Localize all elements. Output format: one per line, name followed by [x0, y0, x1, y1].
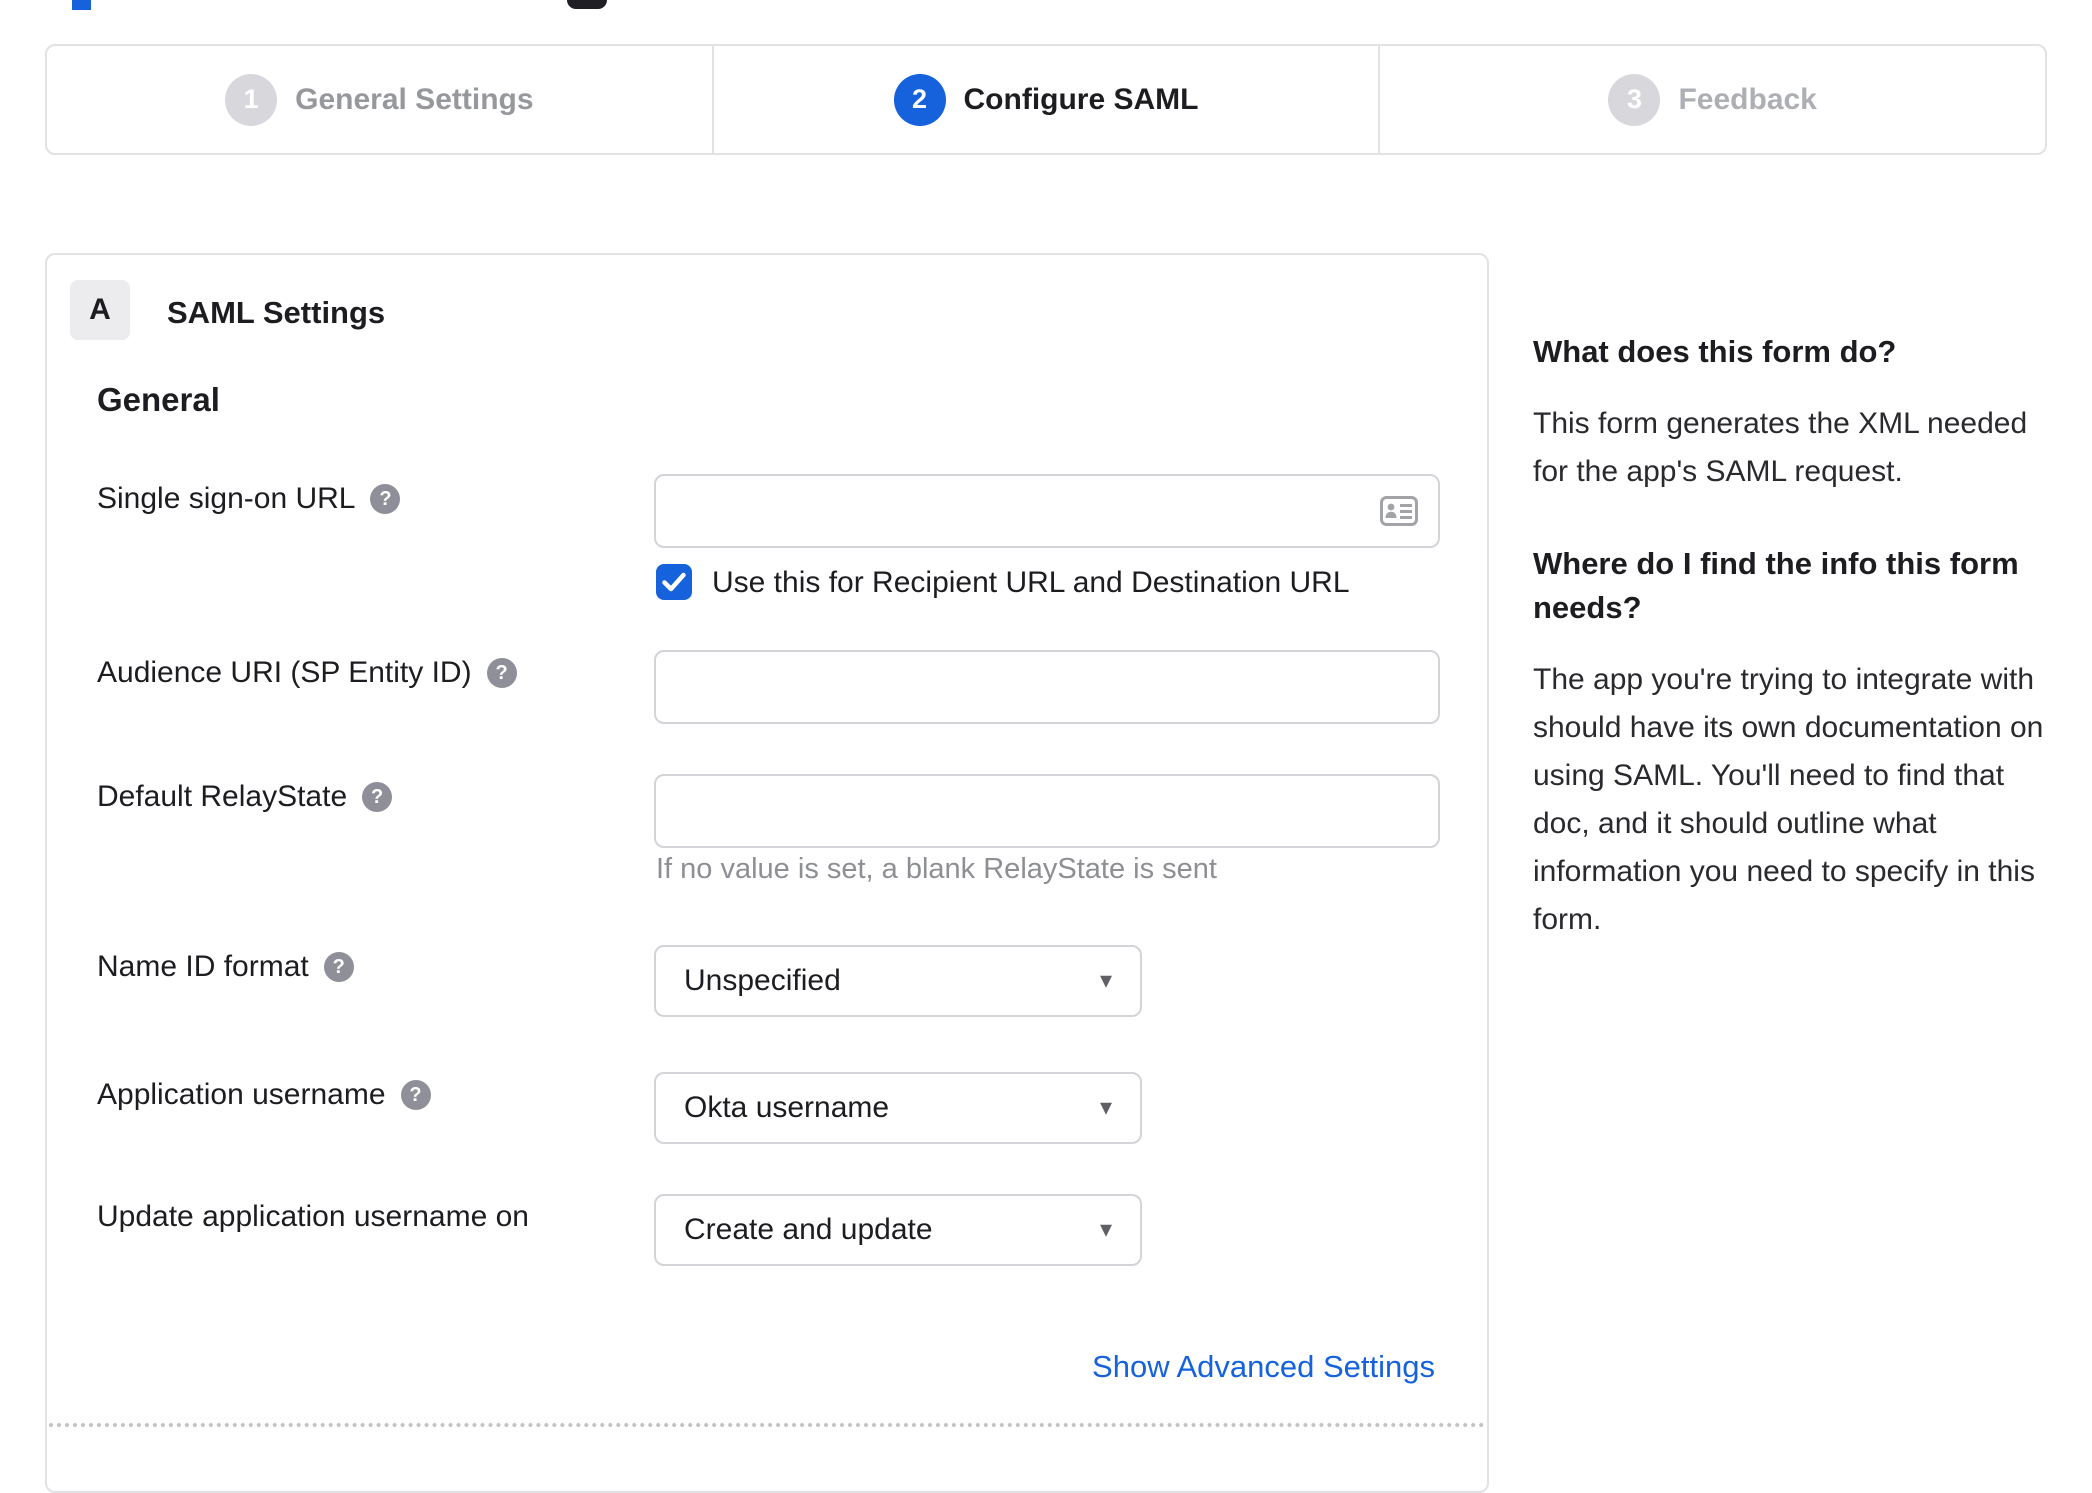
audience-uri-input[interactable] [654, 650, 1440, 724]
recipient-url-checkbox[interactable] [656, 564, 692, 600]
panel-title: SAML Settings [167, 295, 386, 330]
caret-down-icon: ▾ [1099, 1094, 1112, 1121]
cropped-logo-fragment [72, 0, 91, 10]
step-feedback[interactable]: 3 Feedback [1378, 46, 2045, 153]
step-number-badge: 3 [1608, 73, 1661, 126]
contact-card-icon [1380, 496, 1418, 526]
step-general-settings[interactable]: 1 General Settings [47, 46, 712, 153]
field-label-text: Application username [97, 1078, 386, 1111]
wizard-stepper: 1 General Settings 2 Configure SAML 3 Fe… [45, 44, 2047, 155]
step-label: Configure SAML [963, 82, 1199, 116]
audience-uri-label: Audience URI (SP Entity ID) ? [97, 655, 517, 691]
field-label-text: Audience URI (SP Entity ID) [97, 656, 472, 689]
application-username-select[interactable]: Okta username ▾ [654, 1072, 1142, 1144]
cropped-header-fragment [567, 0, 607, 9]
step-number-badge: 1 [225, 73, 278, 126]
help-icon[interactable]: ? [400, 1080, 431, 1110]
update-username-on-label: Update application username on [97, 1199, 529, 1235]
sidebar-question-1: What does this form do? [1533, 334, 1897, 369]
section-a-badge: A [70, 280, 130, 340]
step-label: Feedback [1678, 82, 1817, 116]
field-label-text: Name ID format [97, 950, 309, 983]
name-id-format-label: Name ID format ? [97, 949, 354, 985]
help-icon[interactable]: ? [486, 658, 517, 688]
select-value: Okta username [684, 1091, 890, 1124]
select-value: Create and update [684, 1213, 933, 1246]
select-value: Unspecified [684, 964, 841, 997]
show-advanced-settings-link[interactable]: Show Advanced Settings [1092, 1349, 1435, 1385]
field-label-text: Single sign-on URL [97, 482, 356, 515]
name-id-format-select[interactable]: Unspecified ▾ [654, 945, 1142, 1017]
single-sign-on-url-label: Single sign-on URL ? [97, 481, 401, 517]
recipient-url-checkbox-label: Use this for Recipient URL and Destinati… [712, 566, 1350, 599]
single-sign-on-url-input[interactable] [654, 474, 1440, 548]
help-sidebar: What does this form do? This form genera… [1533, 330, 2055, 990]
default-relaystate-label: Default RelayState ? [97, 779, 393, 815]
caret-down-icon: ▾ [1099, 1216, 1112, 1243]
step-number-badge: 2 [893, 73, 946, 126]
single-sign-on-url-input-wrap [654, 474, 1440, 548]
relaystate-hint: If no value is set, a blank RelayState i… [656, 853, 1217, 885]
sidebar-question-2: Where do I find the info this form needs… [1533, 546, 2019, 625]
step-configure-saml[interactable]: 2 Configure SAML [711, 46, 1379, 153]
help-icon[interactable]: ? [370, 484, 401, 514]
step-label: General Settings [295, 82, 534, 116]
default-relaystate-input-wrap [654, 774, 1440, 848]
default-relaystate-input[interactable] [654, 774, 1440, 848]
help-icon[interactable]: ? [323, 952, 354, 982]
sidebar-answer-1: This form generates the XML needed for t… [1533, 407, 2028, 488]
field-label-text: Default RelayState [97, 780, 348, 813]
saml-settings-panel: A SAML Settings General Single sign-on U… [45, 253, 1489, 1493]
caret-down-icon: ▾ [1099, 967, 1112, 994]
general-group-heading: General [97, 381, 220, 418]
audience-uri-input-wrap [654, 650, 1440, 724]
sidebar-answer-2: The app you're trying to integrate with … [1533, 663, 2044, 936]
update-username-on-select[interactable]: Create and update ▾ [654, 1194, 1142, 1266]
section-divider [49, 1423, 1485, 1427]
help-icon[interactable]: ? [362, 782, 393, 812]
field-label-text: Update application username on [97, 1200, 529, 1233]
checkmark-icon [662, 572, 686, 592]
application-username-label: Application username ? [97, 1077, 431, 1113]
